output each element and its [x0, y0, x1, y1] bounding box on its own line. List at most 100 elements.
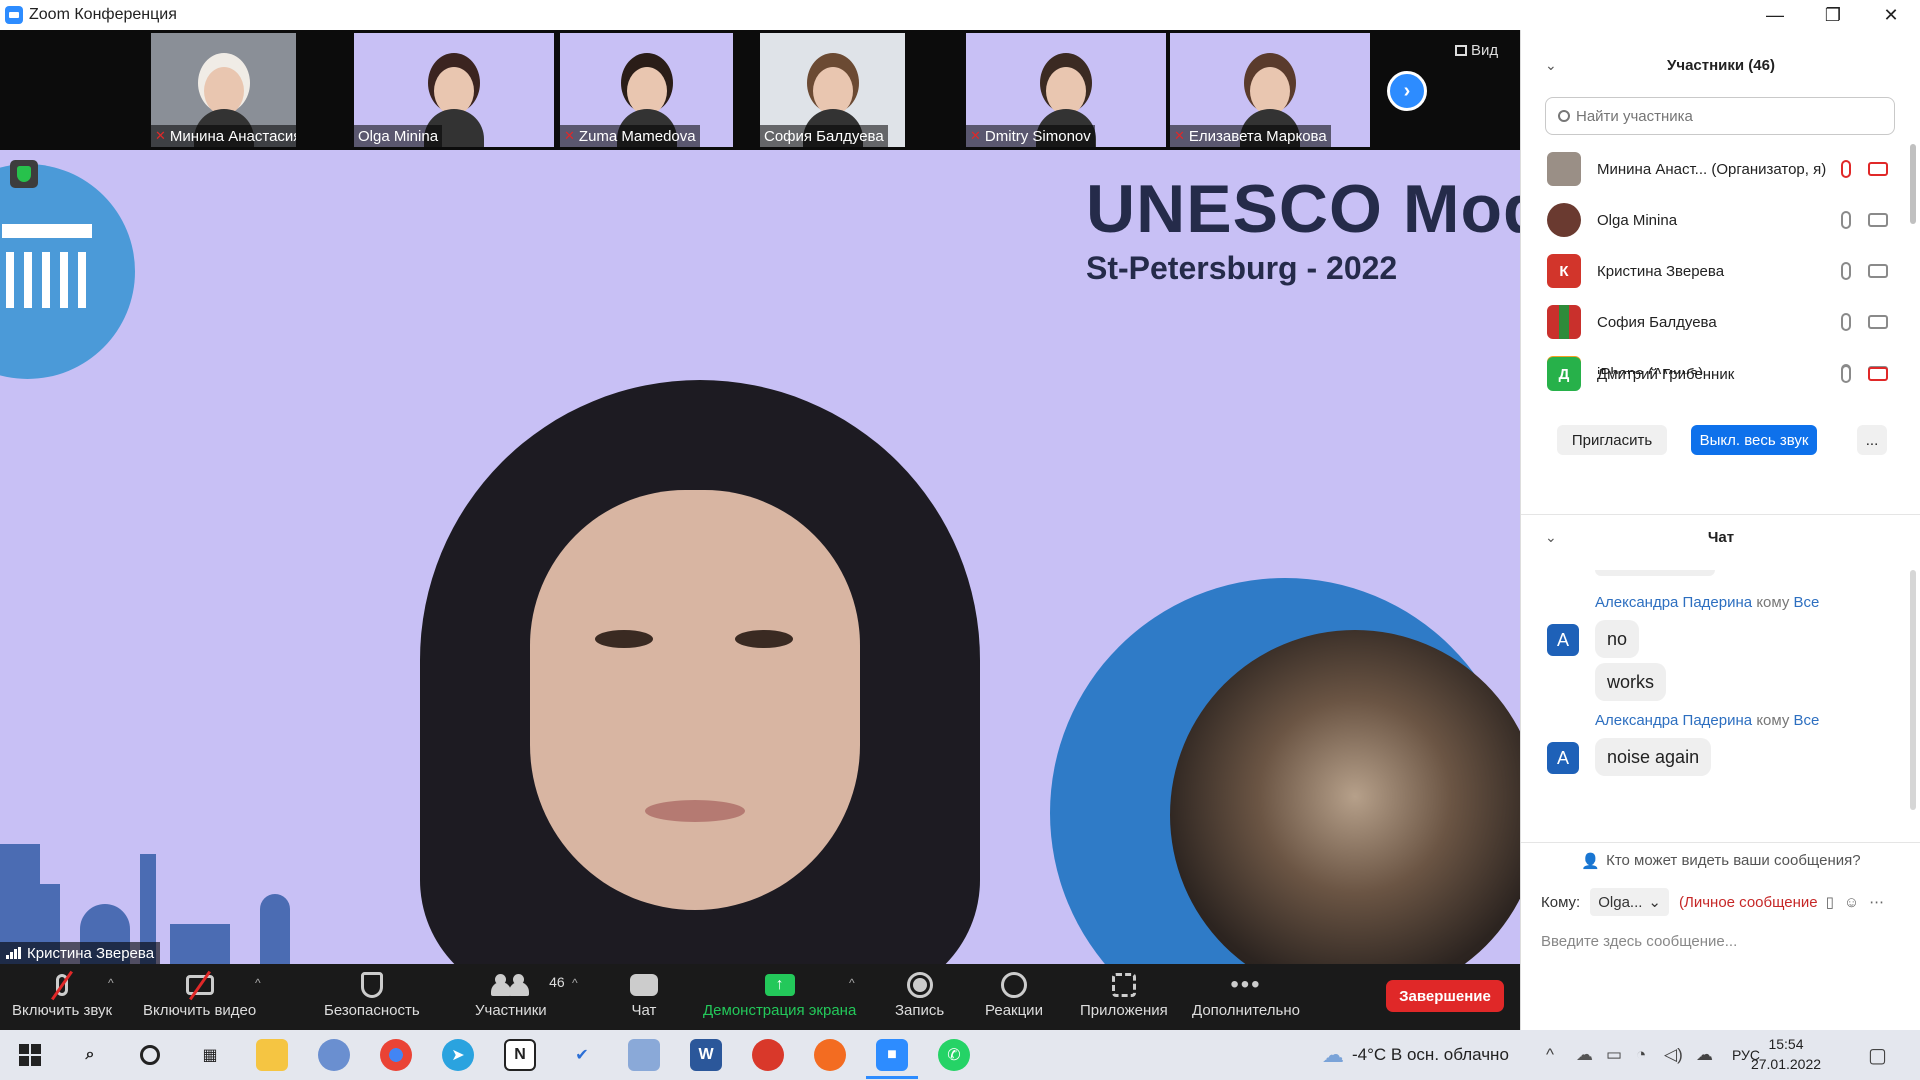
reactions-button[interactable]: Реакции: [985, 968, 1043, 1019]
weather-widget[interactable]: ☁ -4°C В осн. облачно: [1322, 1030, 1509, 1080]
participant-name: Кристина Зверева: [1597, 262, 1725, 280]
participants-button[interactable]: Участники 46: [475, 968, 565, 1019]
restore-button[interactable]: ❐: [1804, 0, 1862, 30]
chat-button[interactable]: Чат: [630, 968, 658, 1019]
weather-text: -4°C В осн. облачно: [1352, 1045, 1509, 1064]
mic-icon[interactable]: [1841, 262, 1851, 280]
video-camera-icon[interactable]: [1868, 315, 1888, 329]
whatsapp-icon[interactable]: ✆: [938, 1039, 970, 1071]
end-meeting-button[interactable]: Завершение: [1386, 980, 1504, 1012]
participant-row[interactable]: К Кристина Зверева: [1521, 246, 1901, 296]
recipient-dropdown[interactable]: Olga... ⌄: [1590, 888, 1669, 916]
video-thumbnail[interactable]: Olga Minina: [354, 33, 554, 147]
ellipsis-icon[interactable]: ⋯: [1869, 893, 1884, 911]
onedrive-icon[interactable]: ☁: [1576, 1030, 1593, 1080]
collapse-chevron-icon[interactable]: ⌄: [1545, 529, 1557, 546]
temple-icon: [2, 224, 92, 314]
zoom-icon[interactable]: ■: [876, 1039, 908, 1071]
record-button[interactable]: Запись: [895, 968, 944, 1019]
apps-button[interactable]: Приложения: [1080, 968, 1168, 1019]
grid-view-icon: [1455, 45, 1467, 56]
mic-muted-icon[interactable]: [1841, 160, 1851, 178]
invite-button[interactable]: Пригласить: [1557, 425, 1667, 455]
security-label: Безопасность: [324, 1002, 420, 1019]
person-icon: 👤: [1581, 852, 1601, 870]
start-button[interactable]: [14, 1039, 46, 1071]
window-title: Zoom Конференция: [29, 6, 177, 23]
mute-all-button[interactable]: Выкл. весь звук: [1691, 425, 1817, 455]
speaker-name: Кристина Зверева: [27, 944, 155, 962]
mic-icon[interactable]: [1841, 313, 1851, 331]
file-explorer-icon[interactable]: [256, 1039, 288, 1071]
telegram-icon[interactable]: ➤: [442, 1039, 474, 1071]
share-options-caret-icon[interactable]: ^: [849, 976, 855, 990]
audio-options-caret-icon[interactable]: ^: [108, 976, 114, 990]
notifications-icon[interactable]: ▢: [1868, 1030, 1887, 1080]
adobe-icon[interactable]: [752, 1039, 784, 1071]
video-thumbnail[interactable]: ✕ Елизавета Маркова: [1170, 33, 1370, 147]
video-off-icon[interactable]: [1868, 367, 1888, 381]
view-button[interactable]: Вид: [1455, 42, 1498, 59]
more-button[interactable]: ••• Дополнительно: [1192, 968, 1300, 1019]
minimize-button[interactable]: —: [1746, 0, 1804, 30]
encryption-shield-icon[interactable]: [10, 160, 38, 188]
next-page-arrow-icon[interactable]: ›: [1387, 71, 1427, 111]
mic-icon[interactable]: [1841, 365, 1851, 383]
avast-icon[interactable]: [814, 1039, 846, 1071]
video-thumbnail[interactable]: ✕ Минина Анастасия: [151, 33, 296, 147]
participants-more-button[interactable]: ...: [1857, 425, 1887, 455]
message-input[interactable]: Введите здесь сообщение...: [1541, 926, 1901, 956]
unmute-label: Включить звук: [12, 1002, 113, 1019]
video-camera-icon[interactable]: [1868, 264, 1888, 278]
share-screen-button[interactable]: ↑ Демонстрация экрана: [703, 968, 856, 1019]
security-button[interactable]: Безопасность: [324, 968, 420, 1019]
volume-icon[interactable]: ◁): [1664, 1030, 1683, 1080]
photos-icon[interactable]: [318, 1039, 350, 1071]
unmute-button[interactable]: Включить звук: [12, 968, 112, 1019]
participants-scrollbar[interactable]: [1910, 144, 1916, 224]
close-button[interactable]: ✕: [1862, 0, 1920, 30]
clock[interactable]: 15:54 27.01.2022: [1746, 1034, 1826, 1074]
mic-icon[interactable]: [1841, 211, 1851, 229]
banner-title: UNESCO Mod: [1086, 171, 1520, 247]
thumbnail-name: София Балдуева: [764, 127, 884, 145]
start-video-button[interactable]: Включить видео: [143, 968, 256, 1019]
search-icon[interactable]: ⌕: [74, 1039, 106, 1071]
todo-icon[interactable]: ✔: [566, 1039, 598, 1071]
mic-muted-icon: [51, 968, 73, 1002]
cloud-sync-icon[interactable]: ☁: [1696, 1030, 1713, 1080]
participants-options-caret-icon[interactable]: ^: [572, 976, 578, 990]
avatar: [1547, 203, 1581, 237]
battery-icon[interactable]: ▭: [1606, 1030, 1622, 1080]
participant-row[interactable]: Olga Minina: [1521, 195, 1901, 245]
word-icon[interactable]: W: [690, 1039, 722, 1071]
paint-icon[interactable]: [628, 1039, 660, 1071]
participant-row[interactable]: Минина Анаст... (Организатор, я): [1521, 144, 1901, 194]
chat-label: Чат: [631, 1002, 657, 1019]
message-sender[interactable]: Александра Падерина: [1595, 712, 1752, 729]
chat-scrollbar[interactable]: [1910, 570, 1916, 810]
collapse-chevron-icon[interactable]: ⌄: [1545, 57, 1557, 74]
notion-icon[interactable]: N: [504, 1039, 536, 1071]
show-hidden-icons-icon[interactable]: ^: [1546, 1030, 1554, 1080]
thumbnail-name-tag: София Балдуева: [760, 125, 888, 147]
file-icon[interactable]: ▯: [1826, 893, 1834, 911]
view-label: Вид: [1471, 42, 1499, 59]
participant-search-input[interactable]: [1576, 107, 1876, 125]
participant-row[interactable]: София Балдуева: [1521, 297, 1901, 347]
emoji-icon[interactable]: ☺: [1844, 894, 1859, 911]
network-icon[interactable]: ◔: [1636, 1030, 1646, 1080]
video-options-caret-icon[interactable]: ^: [255, 976, 261, 990]
video-off-icon[interactable]: [1868, 162, 1888, 176]
video-thumbnail[interactable]: ✕ Zuma Mamedova: [560, 33, 733, 147]
message-sender[interactable]: Александра Падерина: [1595, 594, 1752, 611]
video-thumbnail[interactable]: ✕ Dmitry Simonov: [966, 33, 1166, 147]
task-view-icon[interactable]: ▦: [194, 1039, 226, 1071]
participant-row[interactable]: Д Дмитрий Грибенник: [1521, 349, 1901, 399]
video-camera-icon[interactable]: [1868, 213, 1888, 227]
participant-search-box[interactable]: [1545, 97, 1895, 135]
who-can-see-link[interactable]: 👤 Кто может видеть ваши сообщения?: [1521, 842, 1920, 878]
cortana-icon[interactable]: [134, 1039, 166, 1071]
chrome-icon[interactable]: [380, 1039, 412, 1071]
video-thumbnail[interactable]: София Балдуева: [760, 33, 905, 147]
